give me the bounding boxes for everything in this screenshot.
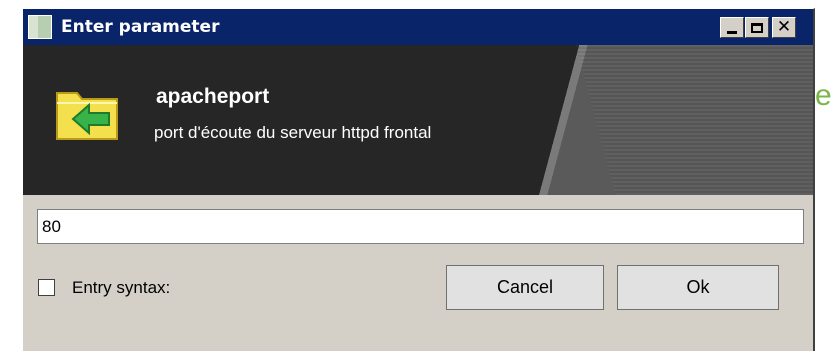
parameter-name: apacheport: [156, 85, 270, 108]
minimize-button[interactable]: [720, 17, 744, 38]
title-bar[interactable]: Enter parameter ✕: [23, 9, 813, 45]
minimize-icon: [727, 30, 737, 34]
ok-button[interactable]: Ok: [617, 265, 779, 310]
background-text-fragment: e: [815, 79, 831, 112]
parameter-value-input[interactable]: [37, 209, 804, 244]
folder-import-icon: [56, 92, 118, 140]
enter-parameter-dialog: Enter parameter ✕ apacheport port d'écou…: [22, 8, 815, 351]
close-icon: ✕: [776, 17, 792, 37]
parameter-description: port d'écoute du serveur httpd frontal: [154, 123, 432, 142]
app-icon: [28, 15, 52, 39]
close-button[interactable]: ✕: [772, 17, 796, 38]
parameter-banner: apacheport port d'écoute du serveur http…: [23, 45, 813, 195]
cancel-button[interactable]: Cancel: [446, 265, 604, 310]
entry-syntax-checkbox[interactable]: [38, 279, 55, 296]
window-title: Enter parameter: [61, 17, 220, 37]
maximize-button[interactable]: [745, 17, 769, 38]
maximize-icon: [751, 22, 763, 33]
entry-syntax-label: Entry syntax:: [72, 278, 171, 297]
